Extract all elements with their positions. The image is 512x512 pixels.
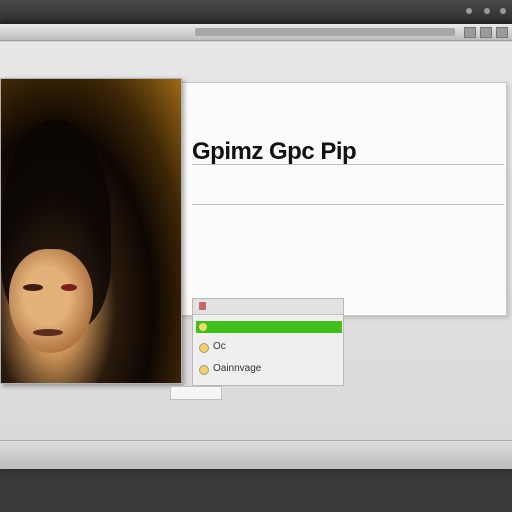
list-item[interactable]: Oainnvage bbox=[193, 361, 343, 377]
portrait-mouth bbox=[33, 329, 63, 336]
status-bar bbox=[0, 440, 512, 469]
document-icon bbox=[199, 302, 206, 310]
list-item-label: Oc bbox=[213, 341, 226, 352]
close-button[interactable] bbox=[496, 27, 508, 38]
option-list: Oc Oainnvage bbox=[192, 298, 344, 386]
menu-icon[interactable] bbox=[466, 8, 472, 14]
minimize-button[interactable] bbox=[464, 27, 476, 38]
bullet-icon bbox=[199, 365, 209, 375]
maximize-button[interactable] bbox=[480, 27, 492, 38]
bullet-icon bbox=[199, 323, 207, 331]
menu-icon[interactable] bbox=[484, 8, 490, 14]
article-subheading bbox=[192, 172, 420, 200]
list-item-label: Oainnvage bbox=[213, 363, 262, 374]
top-bar bbox=[0, 0, 512, 24]
list-header bbox=[193, 299, 343, 315]
portrait-image bbox=[0, 78, 182, 384]
menu-icon[interactable] bbox=[500, 8, 506, 14]
bullet-icon bbox=[199, 343, 209, 353]
portrait-face bbox=[9, 249, 93, 353]
small-input[interactable] bbox=[170, 386, 222, 400]
portrait-eye bbox=[61, 284, 77, 291]
address-bar[interactable] bbox=[195, 28, 455, 36]
portrait-eye bbox=[23, 284, 43, 291]
divider bbox=[192, 204, 504, 205]
article-body bbox=[192, 242, 402, 272]
title-bar bbox=[0, 24, 512, 41]
divider bbox=[192, 164, 504, 165]
article-title: Gpimz Gpc Pip bbox=[192, 138, 357, 165]
list-item-selected[interactable] bbox=[196, 321, 342, 333]
list-item[interactable]: Oc bbox=[193, 339, 343, 355]
